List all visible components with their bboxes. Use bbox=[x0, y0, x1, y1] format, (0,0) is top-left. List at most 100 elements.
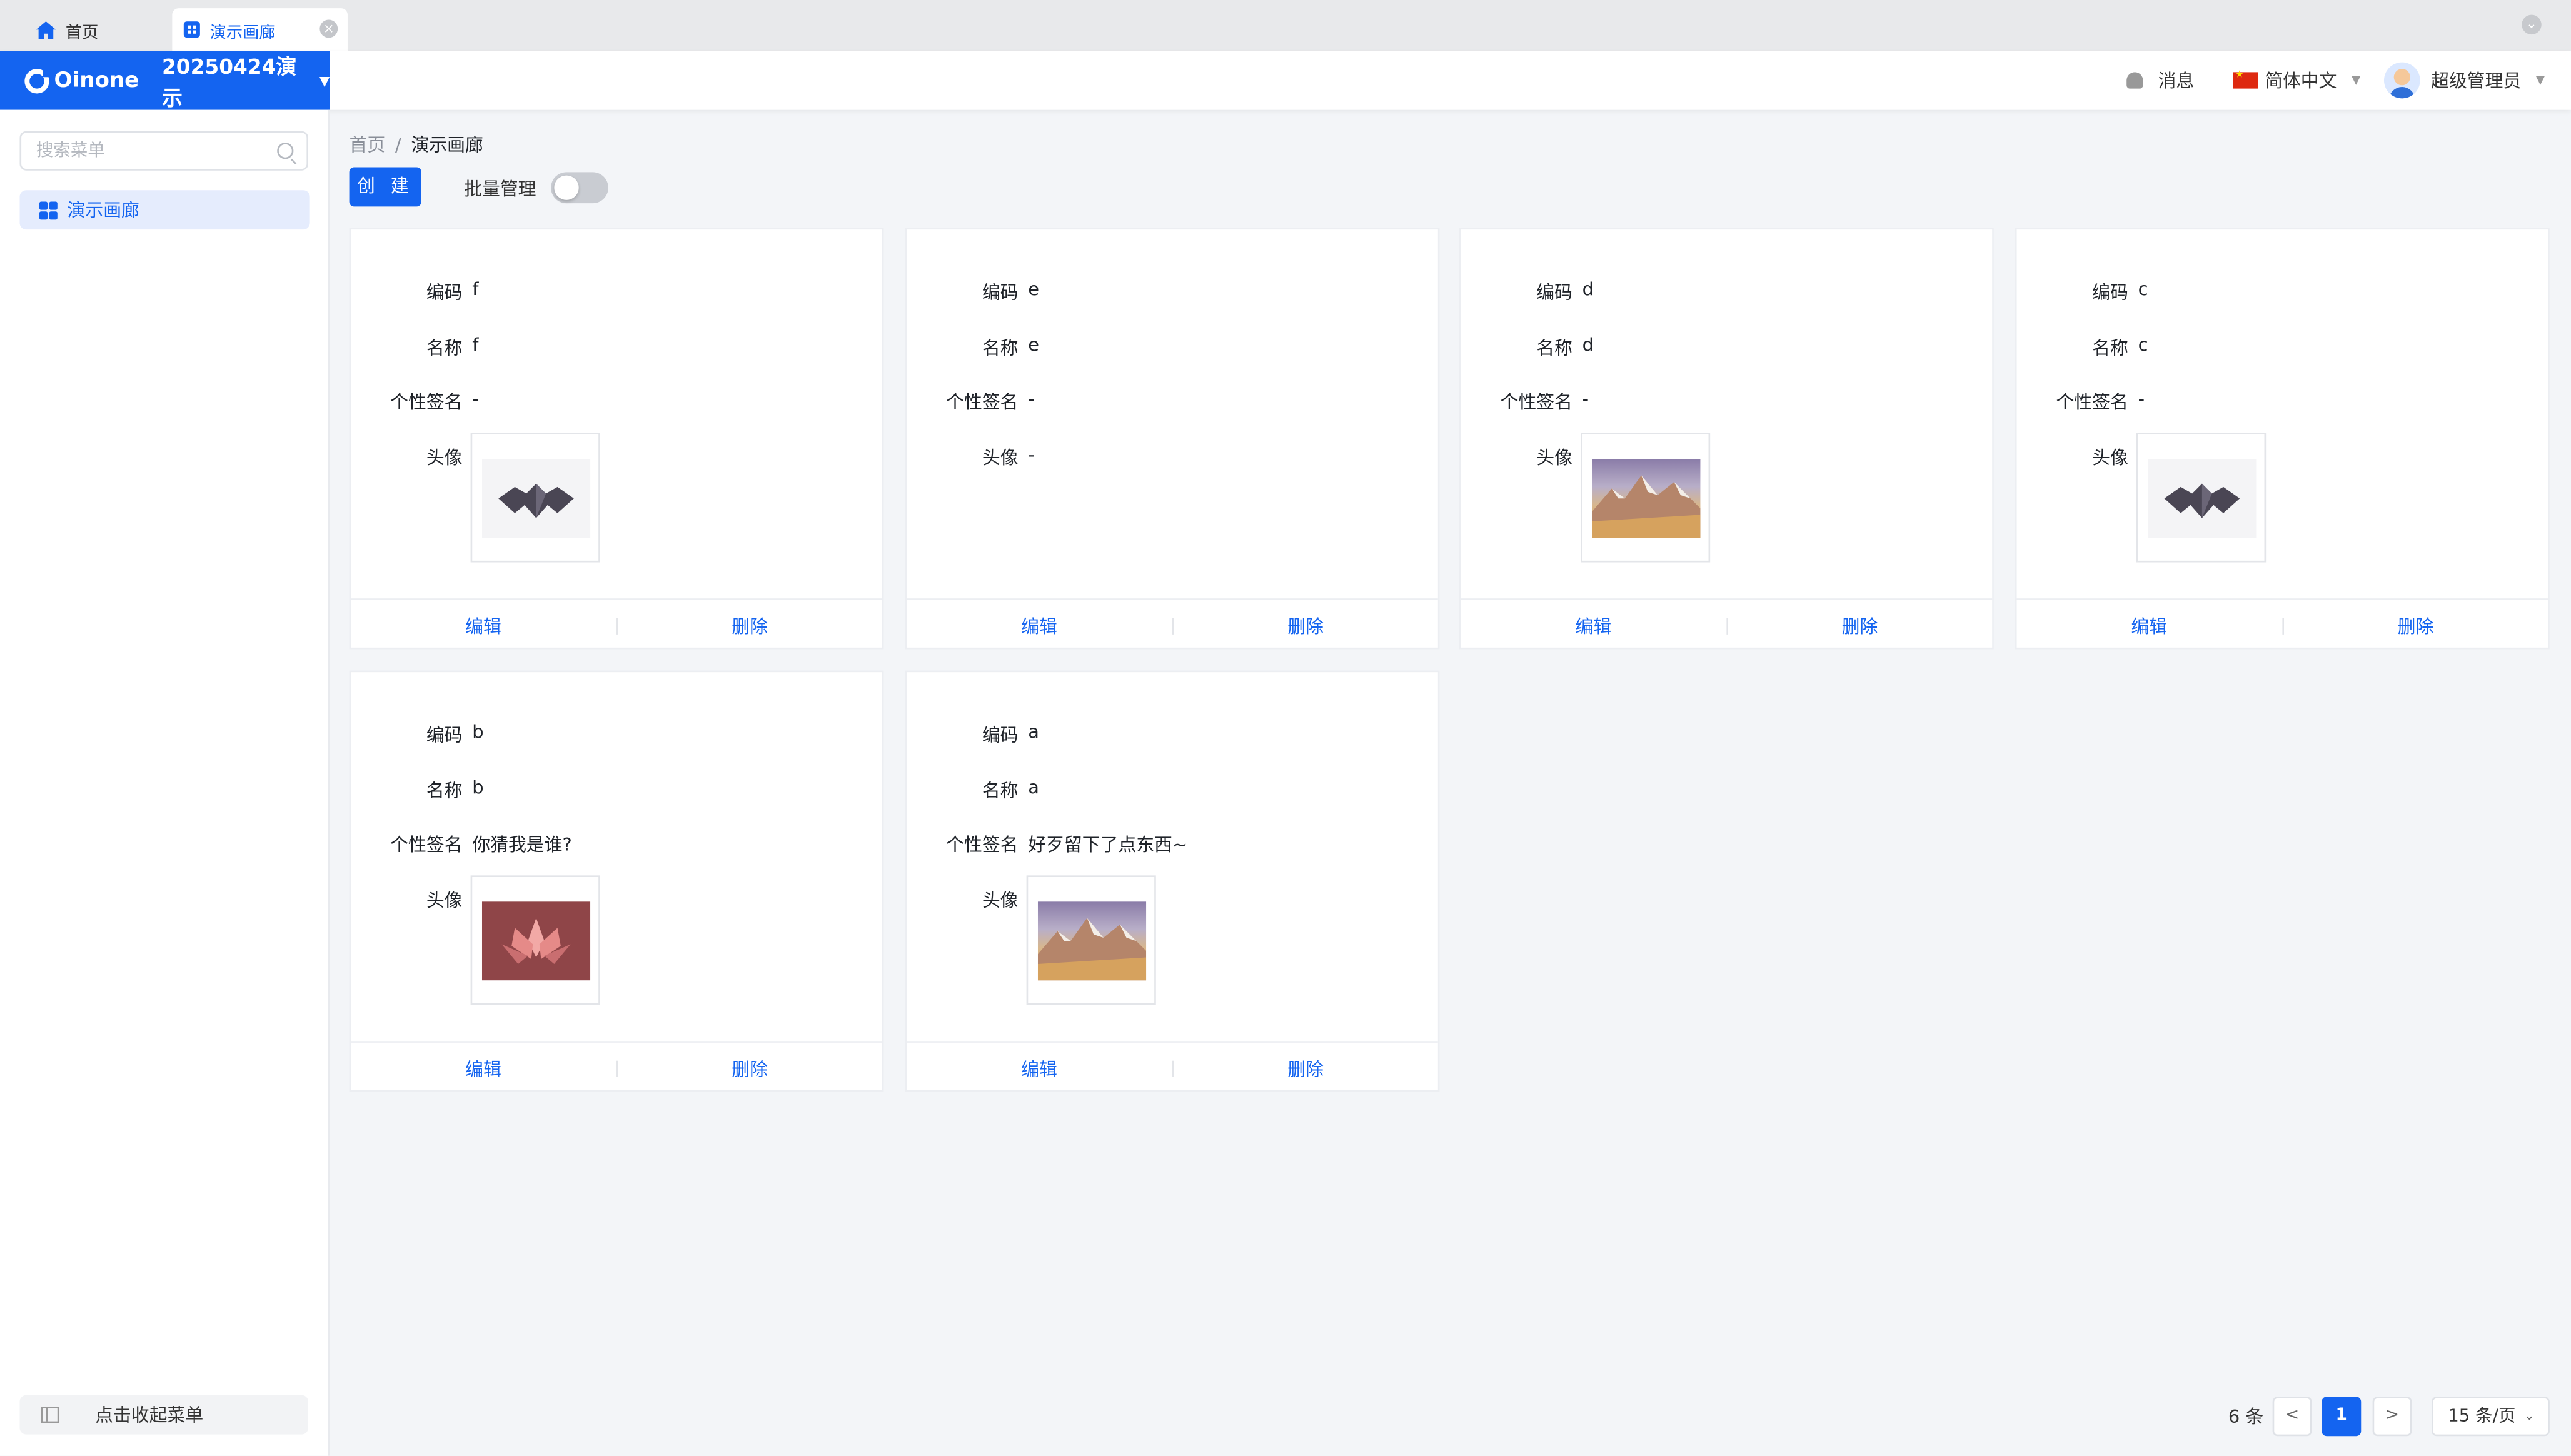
card-field-avatar: 头像 bbox=[907, 887, 1019, 912]
mountain-image bbox=[1591, 458, 1700, 537]
field-label: 头像 bbox=[2092, 447, 2128, 469]
field-label: 名称 bbox=[2092, 338, 2128, 359]
collapse-menu-button[interactable]: 点击收起菜单 bbox=[19, 1395, 309, 1435]
edit-button[interactable]: 编辑 bbox=[2017, 612, 2282, 638]
gallery-card: 编码 f 名称 f 个性签名 - 头像 编辑 删除 bbox=[349, 228, 884, 651]
card-actions: 编辑 删除 bbox=[907, 1041, 1438, 1093]
bat-image bbox=[481, 458, 590, 537]
caret-down-icon: ▼ bbox=[2535, 74, 2545, 87]
sidebar: 搜索菜单 演示画廊 点击收起菜单 bbox=[0, 109, 330, 1456]
batch-manage-toggle[interactable] bbox=[551, 172, 608, 204]
project-name: 20250424演示 bbox=[162, 54, 297, 110]
card-field-avatar: 头像 bbox=[1461, 444, 1572, 469]
messages-label: 消息 bbox=[2158, 70, 2195, 92]
user-menu[interactable]: 超级管理员 ▼ bbox=[2383, 62, 2545, 99]
app-root: 首页 演示画廊 × ⌄ Oinone 20250424演示 ▼ 消息 ★ 简体中… bbox=[0, 0, 2571, 1456]
field-value: a bbox=[1028, 777, 1039, 799]
bat-image bbox=[2147, 458, 2256, 537]
field-value: c bbox=[2138, 334, 2148, 356]
field-label: 头像 bbox=[982, 890, 1019, 912]
user-name: 超级管理员 bbox=[2430, 70, 2522, 92]
field-value: e bbox=[1028, 334, 1040, 356]
tab-home-label: 首页 bbox=[65, 24, 99, 42]
card-field-avatar: 头像 bbox=[351, 887, 463, 912]
page-size-select[interactable]: 15 条/页 ⌄ bbox=[2432, 1397, 2550, 1437]
field-label: 编码 bbox=[426, 282, 463, 304]
card-actions: 编辑 删除 bbox=[351, 1041, 882, 1093]
delete-button[interactable]: 删除 bbox=[2283, 612, 2548, 638]
next-page-button[interactable]: > bbox=[2372, 1397, 2412, 1437]
card-field-code: 编码 f bbox=[351, 279, 479, 304]
field-label: 名称 bbox=[1536, 338, 1572, 359]
collapse-label: 点击收起菜单 bbox=[95, 1405, 204, 1427]
delete-button[interactable]: 删除 bbox=[617, 1055, 882, 1082]
field-label: 个性签名 bbox=[946, 834, 1019, 856]
field-value: 好歹留下了点东西~ bbox=[1028, 834, 1188, 856]
field-label: 名称 bbox=[982, 780, 1019, 802]
field-value: d bbox=[1582, 278, 1594, 300]
gallery-card: 编码 d 名称 d 个性签名 - 头像 编辑 删除 bbox=[1459, 228, 1994, 650]
field-value: - bbox=[472, 388, 479, 410]
field-value: d bbox=[1582, 334, 1594, 356]
language-select[interactable]: 简体中文 ▼ bbox=[2233, 68, 2360, 94]
field-label: 个性签名 bbox=[2056, 391, 2128, 413]
field-label: 个性签名 bbox=[390, 834, 463, 856]
delete-button[interactable]: 删除 bbox=[617, 612, 882, 638]
tab-gallery[interactable]: 演示画廊 × bbox=[172, 8, 348, 51]
card-field-name: 名称 e bbox=[907, 334, 1040, 359]
grid-icon bbox=[39, 201, 58, 219]
edit-button[interactable]: 编辑 bbox=[1461, 612, 1726, 638]
mountain-image bbox=[1037, 901, 1145, 980]
avatar-thumbnail[interactable] bbox=[470, 433, 600, 563]
card-actions: 编辑 删除 bbox=[351, 598, 882, 651]
field-label: 名称 bbox=[426, 780, 463, 802]
top-header: Oinone 20250424演示 ▼ 消息 简体中文 ▼ 超级管理员 ▼ bbox=[0, 51, 2571, 110]
breadcrumb: 首页 / 演示画廊 bbox=[350, 131, 483, 158]
delete-button[interactable]: 删除 bbox=[1173, 1055, 1438, 1082]
card-field-code: 编码 e bbox=[907, 279, 1039, 304]
prev-page-button[interactable]: < bbox=[2272, 1397, 2312, 1437]
avatar-thumbnail[interactable] bbox=[1580, 433, 1711, 563]
edit-button[interactable]: 编辑 bbox=[907, 612, 1172, 638]
field-label: 编码 bbox=[982, 282, 1019, 304]
gallery-card: 编码 a 名称 a 个性签名 好歹留下了点东西~ 头像 编辑 删除 bbox=[905, 670, 1440, 1093]
sidebar-item-gallery[interactable]: 演示画廊 bbox=[19, 190, 310, 230]
card-field-code: 编码 c bbox=[2017, 279, 2148, 304]
delete-button[interactable]: 删除 bbox=[1173, 612, 1438, 638]
field-label: 头像 bbox=[426, 447, 463, 469]
card-field-name: 名称 f bbox=[351, 334, 479, 359]
card-field-signature: 个性签名 - bbox=[2017, 389, 2145, 413]
edit-button[interactable]: 编辑 bbox=[351, 1055, 616, 1082]
batch-manage-label: 批量管理 bbox=[464, 178, 536, 200]
card-field-avatar: 头像 bbox=[2017, 444, 2128, 469]
page-1-button[interactable]: 1 bbox=[2322, 1397, 2362, 1437]
field-label: 个性签名 bbox=[390, 391, 463, 413]
avatar-thumbnail[interactable] bbox=[470, 875, 600, 1005]
card-field-signature: 个性签名 - bbox=[907, 389, 1035, 413]
field-label: 个性签名 bbox=[946, 391, 1019, 413]
brand-bar[interactable]: Oinone 20250424演示 ▼ bbox=[0, 51, 330, 110]
sidebar-item-label: 演示画廊 bbox=[67, 199, 139, 222]
search-icon bbox=[277, 143, 294, 159]
chevron-down-icon[interactable]: ⌄ bbox=[2522, 14, 2542, 35]
field-label: 编码 bbox=[2092, 282, 2128, 304]
breadcrumb-home[interactable]: 首页 bbox=[350, 134, 386, 156]
create-button[interactable]: 创 建 bbox=[349, 167, 421, 207]
avatar-thumbnail[interactable] bbox=[2136, 433, 2267, 563]
avatar-thumbnail[interactable] bbox=[1026, 875, 1156, 1005]
field-value: a bbox=[1028, 721, 1039, 743]
close-icon[interactable]: × bbox=[319, 19, 338, 38]
card-actions: 编辑 删除 bbox=[1461, 598, 1993, 651]
edit-button[interactable]: 编辑 bbox=[351, 612, 616, 638]
search-input[interactable]: 搜索菜单 bbox=[19, 131, 309, 171]
delete-button[interactable]: 删除 bbox=[1728, 612, 1993, 638]
messages-button[interactable]: 消息 bbox=[2126, 68, 2195, 94]
field-label: 名称 bbox=[426, 338, 463, 359]
field-value: f bbox=[472, 334, 479, 356]
field-label: 头像 bbox=[426, 890, 463, 912]
card-field-name: 名称 c bbox=[2017, 334, 2148, 359]
gallery-card: 编码 e 名称 e 个性签名 - 头像 - 编辑 删除 bbox=[905, 228, 1440, 650]
tab-gallery-label: 演示画廊 bbox=[209, 24, 276, 42]
edit-button[interactable]: 编辑 bbox=[907, 1055, 1172, 1082]
tab-home[interactable]: 首页 bbox=[23, 8, 168, 51]
